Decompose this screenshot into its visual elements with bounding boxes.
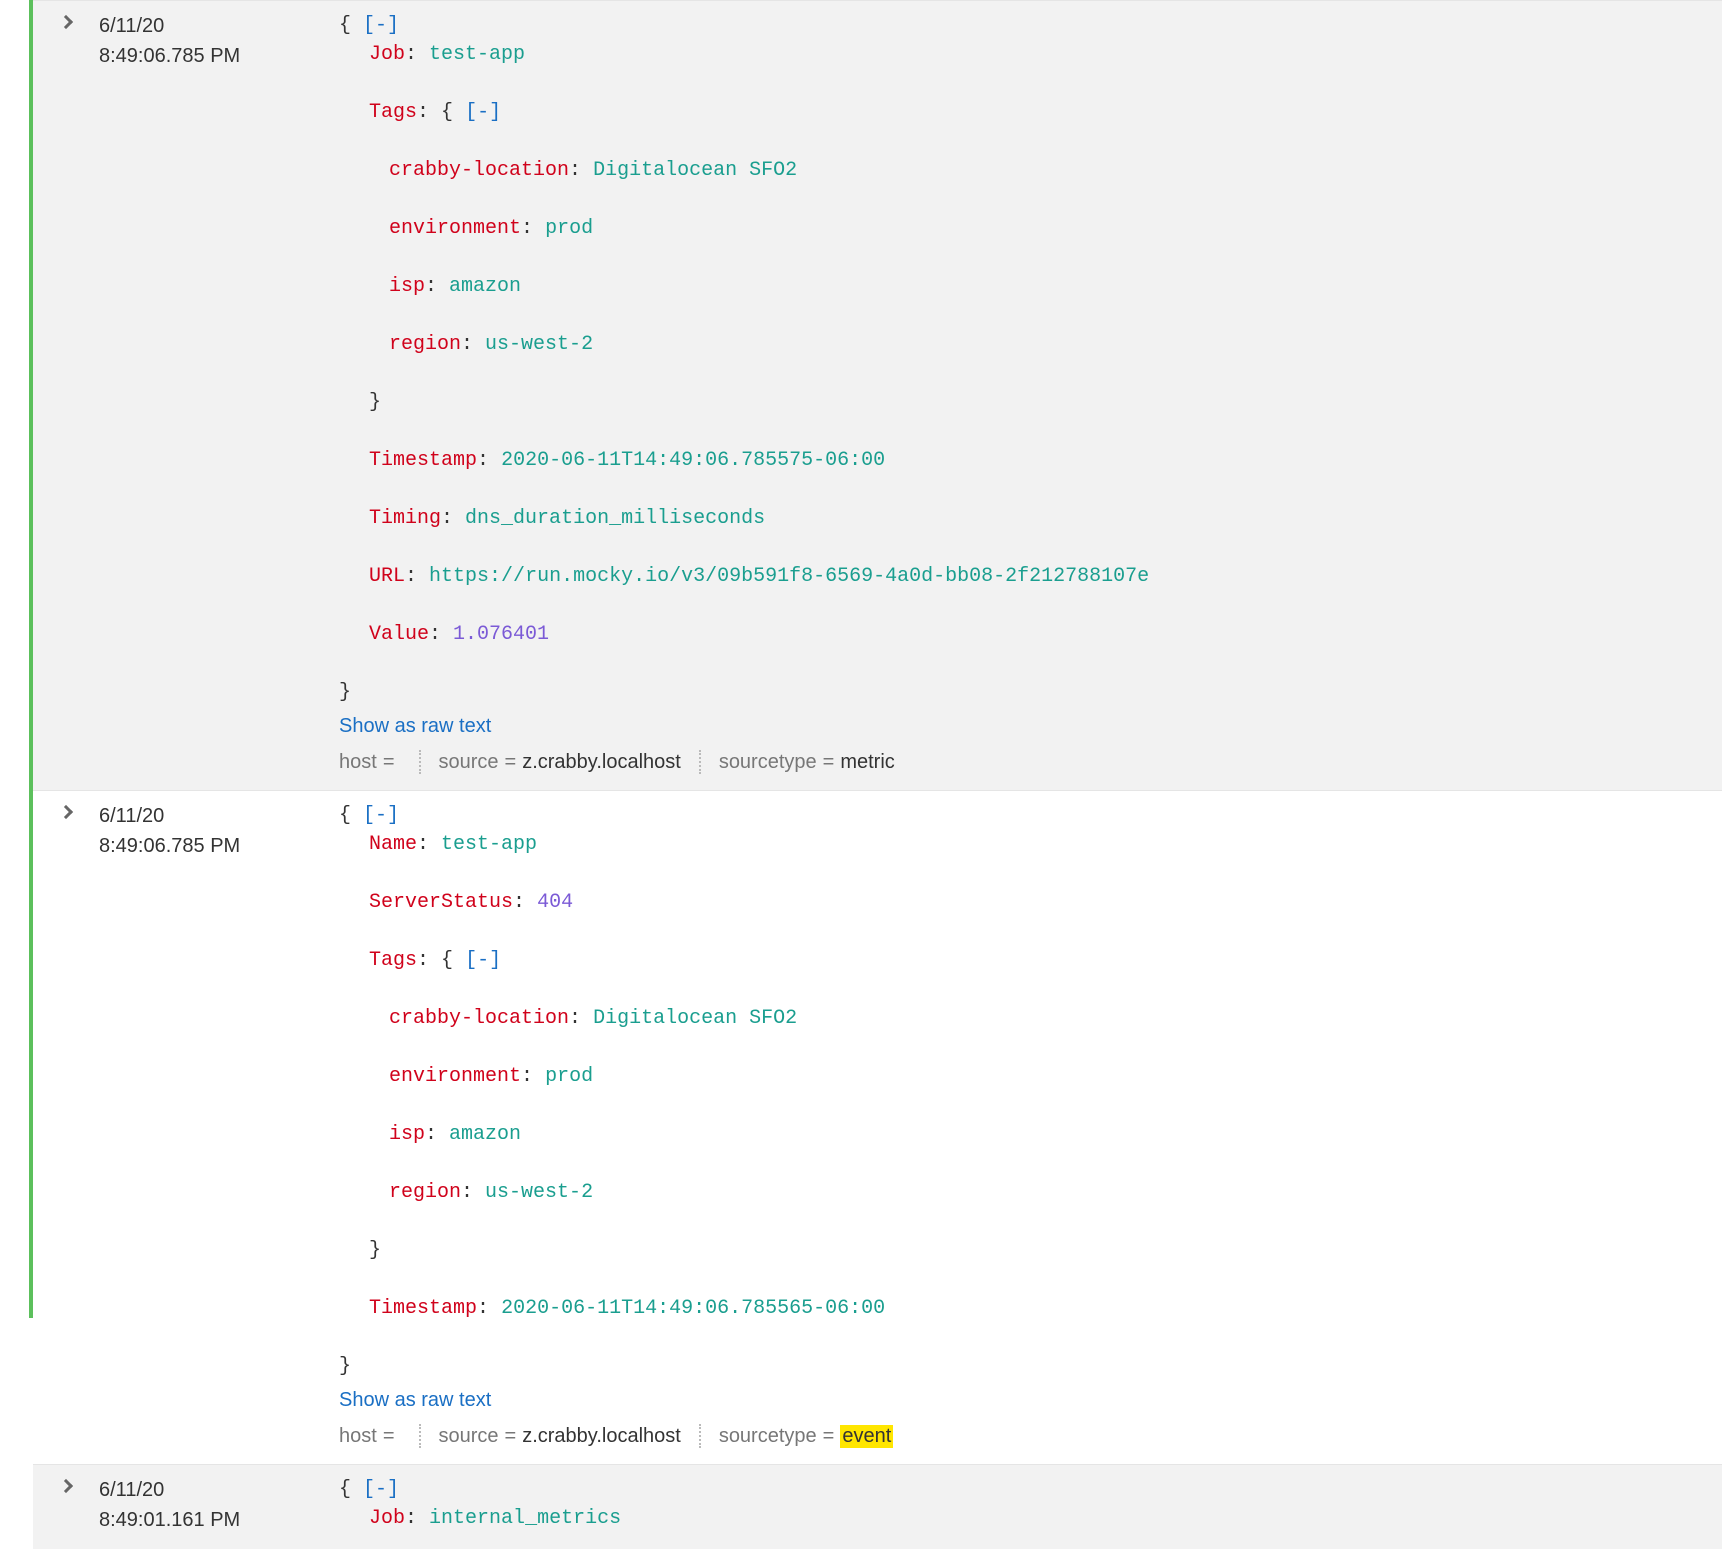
collapse-toggle[interactable]: [-] xyxy=(363,14,399,37)
selection-indicator-bar xyxy=(29,0,33,1318)
collapse-toggle[interactable]: [-] xyxy=(363,804,399,827)
event-timestamp: 6/11/20 8:49:01.161 PM xyxy=(99,1465,339,1549)
meta-host[interactable]: host = xyxy=(339,1425,401,1448)
event-timestamp: 6/11/20 8:49:06.785 PM xyxy=(99,791,339,1464)
event-json: { [-] Name: test-app ServerStatus: 404 T… xyxy=(339,801,1712,1381)
expand-cell xyxy=(33,1465,99,1549)
meta-source[interactable]: source = z.crabby.localhost xyxy=(439,1425,681,1448)
event-date: 6/11/20 xyxy=(99,11,329,41)
event-body: { [-] Name: test-app ServerStatus: 404 T… xyxy=(339,791,1722,1464)
meta-sourcetype[interactable]: sourcetype = event xyxy=(719,1425,893,1448)
divider xyxy=(419,750,421,774)
event-time: 8:49:06.785 PM xyxy=(99,41,329,71)
event-json: { [-] Job: internal_metrics xyxy=(339,1475,1712,1533)
event-body: { [-] Job: internal_metrics xyxy=(339,1465,1722,1549)
chevron-right-icon[interactable] xyxy=(59,805,73,819)
divider xyxy=(419,1424,421,1448)
meta-host[interactable]: host = xyxy=(339,751,401,774)
expand-cell xyxy=(33,791,99,1464)
meta-source[interactable]: source = z.crabby.localhost xyxy=(439,751,681,774)
collapse-toggle[interactable]: [-] xyxy=(465,101,501,124)
event-body: { [-] Job: test-app Tags: { [-] crabby-l… xyxy=(339,1,1722,790)
meta-sourcetype[interactable]: sourcetype = metric xyxy=(719,751,895,774)
event-time: 8:49:01.161 PM xyxy=(99,1505,329,1535)
event-row: 6/11/20 8:49:06.785 PM { [-] Name: test-… xyxy=(33,790,1722,1464)
event-meta: host = source = z.crabby.localhost sourc… xyxy=(339,1424,1712,1448)
collapse-toggle[interactable]: [-] xyxy=(465,949,501,972)
event-row: 6/11/20 8:49:06.785 PM { [-] Job: test-a… xyxy=(33,0,1722,790)
divider xyxy=(699,750,701,774)
show-raw-link[interactable]: Show as raw text xyxy=(339,715,1712,738)
divider xyxy=(699,1424,701,1448)
event-date: 6/11/20 xyxy=(99,1475,329,1505)
event-json: { [-] Job: test-app Tags: { [-] crabby-l… xyxy=(339,11,1712,707)
event-meta: host = source = z.crabby.localhost sourc… xyxy=(339,750,1712,774)
chevron-right-icon[interactable] xyxy=(59,15,73,29)
event-timestamp: 6/11/20 8:49:06.785 PM xyxy=(99,1,339,790)
expand-cell xyxy=(33,1,99,790)
chevron-right-icon[interactable] xyxy=(59,1479,73,1493)
show-raw-link[interactable]: Show as raw text xyxy=(339,1389,1712,1412)
event-rows: 6/11/20 8:49:06.785 PM { [-] Job: test-a… xyxy=(33,0,1722,1549)
event-date: 6/11/20 xyxy=(99,801,329,831)
event-time: 8:49:06.785 PM xyxy=(99,831,329,861)
collapse-toggle[interactable]: [-] xyxy=(363,1478,399,1501)
event-row: 6/11/20 8:49:01.161 PM { [-] Job: intern… xyxy=(33,1464,1722,1549)
